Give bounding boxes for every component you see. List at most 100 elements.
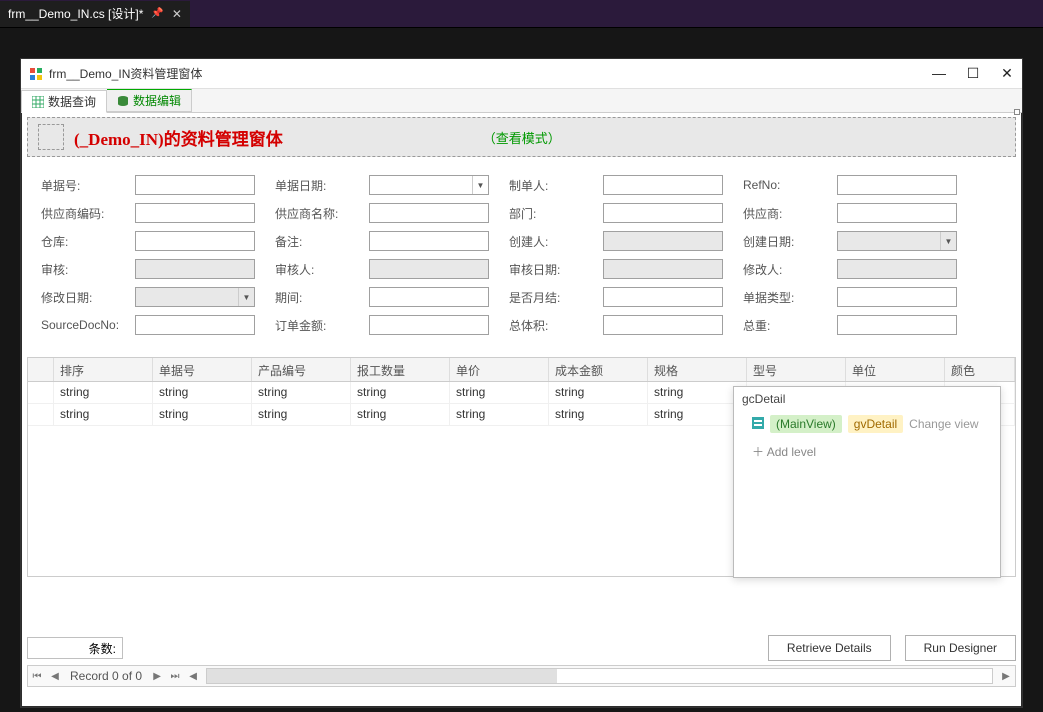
vs-document-tab[interactable]: frm__Demo_IN.cs [设计]* 📌 ✕ [0, 1, 190, 27]
page-title: (_Demo_IN)的资料管理窗体 [74, 125, 283, 150]
label-creator: 创建人: [509, 233, 603, 250]
close-window-icon[interactable]: ✕ [1000, 65, 1014, 82]
label-supcode: 供应商编码: [41, 205, 135, 222]
nav-text: Record 0 of 0 [64, 669, 148, 683]
label-monthend: 是否月结: [509, 289, 603, 306]
nav-scroll-left-icon[interactable]: ◀ [184, 671, 202, 682]
run-designer-button[interactable]: Run Designer [905, 635, 1016, 661]
input-supplier[interactable] [837, 203, 957, 223]
label-weight: 总重: [743, 317, 837, 334]
label-auditor: 审核人: [275, 261, 369, 278]
col-qty[interactable]: 报工数量 [351, 358, 450, 381]
vs-tab-label: frm__Demo_IN.cs [设计]* [8, 5, 143, 22]
label-srcdoc: SourceDocNo: [41, 318, 135, 332]
nav-last-icon[interactable]: ⏭ [166, 671, 184, 682]
label-dept: 部门: [509, 205, 603, 222]
col-color[interactable]: 颜色 [945, 358, 1015, 381]
label-amount: 订单金额: [275, 317, 369, 334]
inner-tab-strip: 数据查询 数据编辑 [21, 89, 1022, 113]
record-navigator[interactable]: ⏮ ◀ Record 0 of 0 ▶ ⏭ ◀ ▶ [27, 665, 1016, 687]
plus-icon: ＋ [752, 445, 764, 459]
input-supname[interactable] [369, 203, 489, 223]
popup-title: gcDetail [734, 387, 1000, 411]
label-createdate: 创建日期: [743, 233, 837, 250]
input-period[interactable] [369, 287, 489, 307]
col-model[interactable]: 型号 [747, 358, 846, 381]
col-spec[interactable]: 规格 [648, 358, 747, 381]
combo-moddate: ▼ [135, 287, 255, 307]
col-sort[interactable]: 排序 [54, 358, 153, 381]
col-price[interactable]: 单价 [450, 358, 549, 381]
detail-grid[interactable]: 排序 单据号 产品编号 报工数量 单价 成本金额 规格 型号 单位 颜色 str… [27, 357, 1016, 577]
label-modifier: 修改人: [743, 261, 837, 278]
nav-next-icon[interactable]: ▶ [148, 671, 166, 682]
combo-createdate: ▼ [837, 231, 957, 251]
input-srcdoc[interactable] [135, 315, 255, 335]
view-mode-label: （查看模式） [483, 128, 561, 147]
label-wh: 仓库: [41, 233, 135, 250]
grid-designer-popup[interactable]: gcDetail (MainView) gvDetail Change view… [733, 386, 1001, 578]
input-docno[interactable] [135, 175, 255, 195]
gvdetail-chip[interactable]: gvDetail [848, 415, 903, 433]
chevron-down-icon: ▼ [238, 288, 254, 306]
input-maker[interactable] [603, 175, 723, 195]
window-titlebar: frm__Demo_IN资料管理窗体 — ☐ ✕ [21, 59, 1022, 89]
input-wh[interactable] [135, 231, 255, 251]
nav-prev-icon[interactable]: ◀ [46, 671, 64, 682]
label-supplier: 供应商: [743, 205, 837, 222]
tab-edit-label: 数据编辑 [133, 92, 181, 109]
close-icon[interactable]: ✕ [172, 7, 182, 21]
col-prod[interactable]: 产品编号 [252, 358, 351, 381]
change-view-link[interactable]: Change view [909, 417, 978, 431]
input-refno[interactable] [837, 175, 957, 195]
input-auditdate [603, 259, 723, 279]
label-volume: 总体积: [509, 317, 603, 334]
nav-scroll-right-icon[interactable]: ▶ [997, 671, 1015, 682]
chevron-down-icon: ▼ [940, 232, 956, 250]
vs-tab-strip: frm__Demo_IN.cs [设计]* 📌 ✕ [0, 0, 1043, 28]
input-supcode[interactable] [135, 203, 255, 223]
add-level-link[interactable]: ＋ Add level [734, 437, 1000, 466]
minimize-icon[interactable]: — [932, 65, 946, 82]
resize-handle[interactable] [1014, 109, 1020, 115]
label-period: 期间: [275, 289, 369, 306]
window-title: frm__Demo_IN资料管理窗体 [49, 65, 932, 82]
label-docdate: 单据日期: [275, 177, 369, 194]
input-creator [603, 231, 723, 251]
tab-query[interactable]: 数据查询 [21, 90, 107, 113]
horizontal-scrollbar[interactable] [206, 668, 993, 684]
label-moddate: 修改日期: [41, 289, 135, 306]
chevron-down-icon: ▼ [472, 176, 488, 194]
pin-icon[interactable]: 📌 [151, 8, 163, 19]
input-auditor [369, 259, 489, 279]
grid-view-icon [752, 417, 764, 432]
input-remark[interactable] [369, 231, 489, 251]
col-cost[interactable]: 成本金额 [549, 358, 648, 381]
label-audit: 审核: [41, 261, 135, 278]
label-maker: 制单人: [509, 177, 603, 194]
col-docno[interactable]: 单据号 [153, 358, 252, 381]
header-band: (_Demo_IN)的资料管理窗体 （查看模式） [27, 117, 1016, 157]
retrieve-details-button[interactable]: Retrieve Details [768, 635, 891, 661]
label-docno: 单据号: [41, 177, 135, 194]
input-doctype[interactable] [837, 287, 957, 307]
form-designer-surface[interactable]: frm__Demo_IN资料管理窗体 — ☐ ✕ 数据查询 数据编辑 [20, 58, 1023, 708]
input-monthend[interactable] [603, 287, 723, 307]
mainview-chip[interactable]: (MainView) [770, 415, 842, 433]
label-supname: 供应商名称: [275, 205, 369, 222]
footer-row: 条数: Retrieve Details Run Designer [27, 635, 1016, 661]
scrollbar-thumb[interactable] [207, 669, 557, 683]
input-amount[interactable] [369, 315, 489, 335]
nav-first-icon[interactable]: ⏮ [28, 671, 46, 682]
maximize-icon[interactable]: ☐ [966, 65, 980, 82]
input-audit [135, 259, 255, 279]
form-fields-area: 单据号: 单据日期:▼ 制单人: RefNo: 供应商编码: 供应商名称: 部门… [21, 161, 1022, 357]
tab-edit[interactable]: 数据编辑 [107, 89, 192, 112]
input-dept[interactable] [603, 203, 723, 223]
drag-handle[interactable] [38, 124, 64, 150]
count-box: 条数: [27, 637, 123, 659]
col-unit[interactable]: 单位 [846, 358, 945, 381]
input-volume[interactable] [603, 315, 723, 335]
input-weight[interactable] [837, 315, 957, 335]
combo-docdate[interactable]: ▼ [369, 175, 489, 195]
